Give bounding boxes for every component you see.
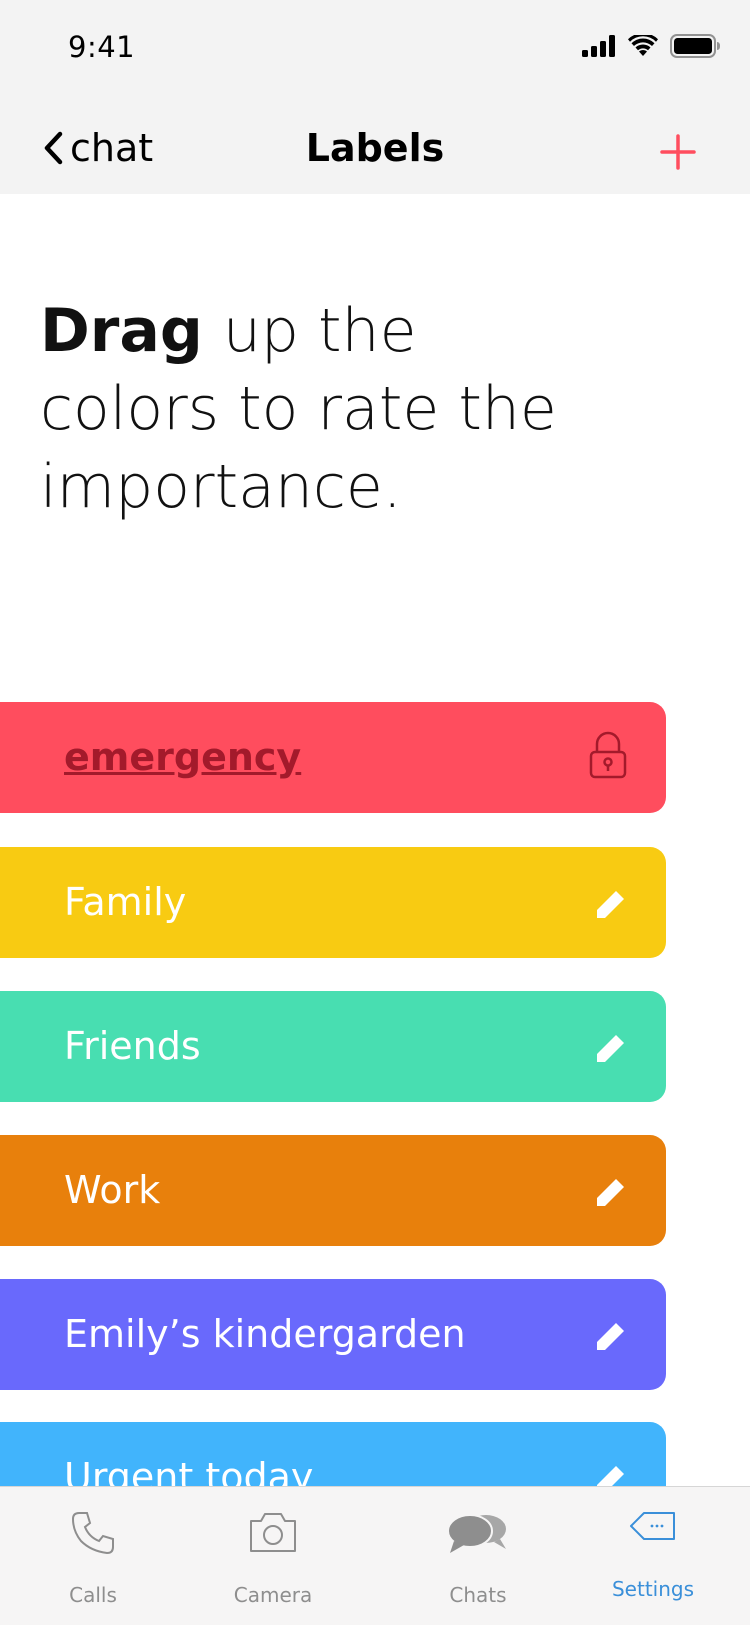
- instruction-headline: Drag up the colors to rate the importance…: [40, 292, 600, 526]
- label-row-friends[interactable]: Friends: [0, 991, 666, 1102]
- label-name: Family: [64, 880, 187, 924]
- headline-strong: Drag: [40, 296, 203, 366]
- status-time: 9:41: [68, 30, 136, 64]
- plus-icon[interactable]: [660, 134, 696, 170]
- page-title: Labels: [305, 126, 445, 170]
- pencil-icon[interactable]: [594, 1031, 628, 1065]
- label-row-emilys-kindergarden[interactable]: Emily’s kindergarden: [0, 1279, 666, 1390]
- label-row-family[interactable]: Family: [0, 847, 666, 958]
- battery-icon: [670, 34, 720, 58]
- wifi-icon: [628, 35, 658, 56]
- chat-bubbles-icon: [447, 1514, 506, 1553]
- status-bar: 9:41: [0, 0, 750, 96]
- pencil-icon[interactable]: [594, 1319, 628, 1353]
- tab-settings[interactable]: Settings: [573, 1487, 733, 1625]
- pencil-icon[interactable]: [594, 887, 628, 921]
- label-row-work[interactable]: Work: [0, 1135, 666, 1246]
- phone-icon: [71, 1512, 114, 1555]
- nav-bar: chat Labels: [0, 96, 750, 194]
- tab-label: Chats: [449, 1583, 507, 1607]
- tab-bar: Calls Camera Chats Settings: [0, 1486, 750, 1625]
- tab-label: Camera: [233, 1583, 313, 1607]
- tab-camera[interactable]: Camera: [193, 1487, 353, 1625]
- tag-icon: [630, 1512, 675, 1540]
- pencil-icon[interactable]: [594, 1175, 628, 1209]
- label-name: Work: [64, 1168, 161, 1212]
- tab-label: Settings: [611, 1577, 695, 1601]
- label-row-emergency[interactable]: emergency: [0, 702, 666, 813]
- signal-icon: [582, 35, 615, 57]
- label-name: Emily’s kindergarden: [64, 1312, 466, 1356]
- camera-icon: [250, 1513, 296, 1552]
- tab-calls[interactable]: Calls: [13, 1487, 173, 1625]
- label-name: Friends: [64, 1024, 201, 1068]
- lock-icon: [589, 731, 627, 779]
- status-icons: [582, 33, 720, 59]
- label-name: emergency: [64, 735, 302, 779]
- tab-chats[interactable]: Chats: [398, 1487, 558, 1625]
- tab-label: Calls: [69, 1583, 117, 1607]
